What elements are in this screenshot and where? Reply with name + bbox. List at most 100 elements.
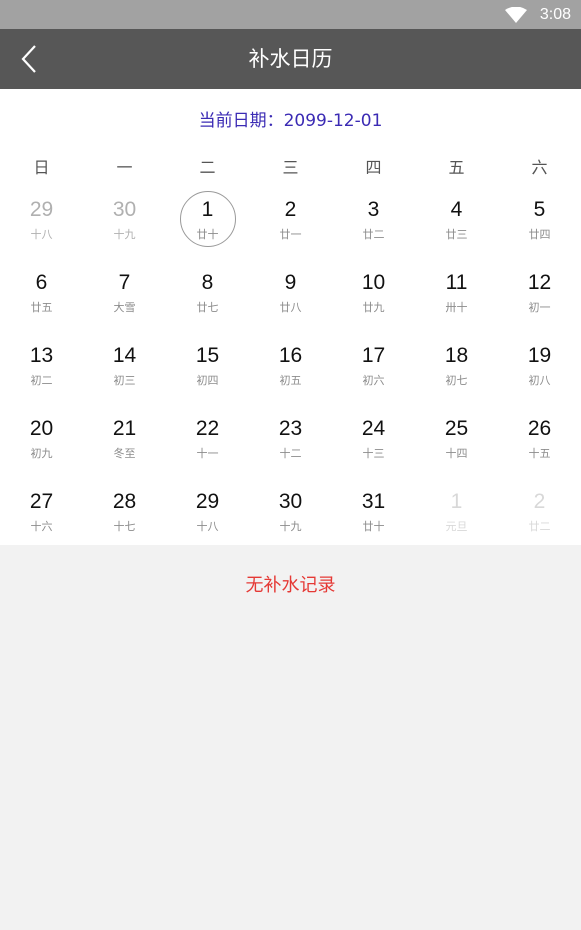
calendar-day[interactable]: 4 廿三 (415, 186, 498, 259)
calendar-day[interactable]: 22 十一 (166, 405, 249, 478)
lunar-date: 廿一 (279, 228, 302, 241)
day-number: 1 (201, 198, 214, 221)
day-number: 29 (195, 490, 220, 513)
lunar-date: 初一 (528, 301, 551, 314)
calendar-day[interactable]: 2 廿二 (498, 478, 581, 551)
lunar-date: 十二 (279, 447, 302, 460)
calendar-grid: 29 十八 30 十九 1 廿十 2 廿一 3 廿二 4 廿三 5 廿四 6 廿五 7 大雪 8 廿七 9 廿八 10 廿九 1… (0, 186, 581, 551)
calendar-day[interactable]: 25 十四 (415, 405, 498, 478)
day-number: 23 (278, 417, 303, 440)
page-title: 补水日历 (248, 47, 333, 71)
day-number: 14 (112, 344, 137, 367)
lunar-date: 元旦 (445, 520, 468, 533)
calendar-day[interactable]: 15 初四 (166, 332, 249, 405)
lunar-date: 廿三 (445, 228, 468, 241)
calendar-day[interactable]: 17 初六 (332, 332, 415, 405)
day-number: 7 (118, 271, 131, 294)
calendar-day[interactable]: 20 初九 (0, 405, 83, 478)
lunar-date: 廿二 (528, 520, 551, 533)
calendar-day[interactable]: 10 廿九 (332, 259, 415, 332)
lunar-date: 初八 (528, 374, 551, 387)
lunar-date: 十八 (196, 520, 219, 533)
calendar-day[interactable]: 21 冬至 (83, 405, 166, 478)
day-number: 28 (112, 490, 137, 513)
calendar-day[interactable]: 19 初八 (498, 332, 581, 405)
day-number: 4 (450, 198, 463, 221)
calendar-day[interactable]: 7 大雪 (83, 259, 166, 332)
lunar-date: 初三 (113, 374, 136, 387)
lunar-date: 初四 (196, 374, 219, 387)
calendar-day[interactable]: 6 廿五 (0, 259, 83, 332)
lunar-date: 初九 (30, 447, 53, 460)
lunar-date: 廿八 (279, 301, 302, 314)
calendar-day[interactable]: 26 十五 (498, 405, 581, 478)
lunar-date: 十八 (30, 228, 53, 241)
day-number: 30 (278, 490, 303, 513)
calendar-day[interactable]: 30 十九 (83, 186, 166, 259)
day-number: 20 (29, 417, 54, 440)
day-number: 13 (29, 344, 54, 367)
calendar-day[interactable]: 16 初五 (249, 332, 332, 405)
calendar-day[interactable]: 30 十九 (249, 478, 332, 551)
day-number: 31 (361, 490, 386, 513)
day-number: 29 (29, 198, 54, 221)
lunar-date: 廿十 (362, 520, 385, 533)
calendar-day[interactable]: 24 十三 (332, 405, 415, 478)
day-number: 17 (361, 344, 386, 367)
day-number: 12 (527, 271, 552, 294)
calendar-day[interactable]: 1 元旦 (415, 478, 498, 551)
day-number: 10 (361, 271, 386, 294)
week-row: 20 初九 21 冬至 22 十一 23 十二 24 十三 25 十四 26 十五 (0, 405, 581, 478)
day-number: 2 (533, 490, 546, 513)
lunar-date: 初五 (279, 374, 302, 387)
calendar-day[interactable]: 14 初三 (83, 332, 166, 405)
week-row: 13 初二 14 初三 15 初四 16 初五 17 初六 18 初七 19 初八 (0, 332, 581, 405)
calendar-day[interactable]: 5 廿四 (498, 186, 581, 259)
lunar-date: 廿七 (196, 301, 219, 314)
calendar-day[interactable]: 11 卅十 (415, 259, 498, 332)
lunar-date: 十六 (30, 520, 53, 533)
weekday-label: 六 (531, 158, 548, 177)
lunar-date: 大雪 (113, 301, 136, 314)
day-number: 21 (112, 417, 137, 440)
weekday-label: 日 (33, 158, 50, 177)
week-row: 6 廿五 7 大雪 8 廿七 9 廿八 10 廿九 11 卅十 12 初一 (0, 259, 581, 332)
day-number: 26 (527, 417, 552, 440)
lunar-date: 十三 (362, 447, 385, 460)
day-number: 8 (201, 271, 214, 294)
calendar-day[interactable]: 31 廿十 (332, 478, 415, 551)
calendar-day[interactable]: 9 廿八 (249, 259, 332, 332)
weekday-header: 日 一 二 三 四 五 六 (0, 154, 581, 178)
lunar-date: 卅十 (445, 301, 468, 314)
calendar-day[interactable]: 18 初七 (415, 332, 498, 405)
calendar-day[interactable]: 27 十六 (0, 478, 83, 551)
day-number: 1 (450, 490, 463, 513)
lunar-date: 廿五 (30, 301, 53, 314)
calendar-day[interactable]: 28 十七 (83, 478, 166, 551)
lunar-date: 冬至 (113, 447, 136, 460)
calendar-day-selected[interactable]: 1 廿十 (166, 186, 249, 259)
calendar-day[interactable]: 29 十八 (166, 478, 249, 551)
weekday-label: 四 (365, 158, 382, 177)
lunar-date: 初六 (362, 374, 385, 387)
day-number: 27 (29, 490, 54, 513)
calendar-day[interactable]: 8 廿七 (166, 259, 249, 332)
lunar-date: 十四 (445, 447, 468, 460)
calendar-day[interactable]: 2 廿一 (249, 186, 332, 259)
calendar-day[interactable]: 13 初二 (0, 332, 83, 405)
day-number: 19 (527, 344, 552, 367)
day-number: 9 (284, 271, 297, 294)
day-number: 15 (195, 344, 220, 367)
week-row: 27 十六 28 十七 29 十八 30 十九 31 廿十 1 元旦 2 廿二 (0, 478, 581, 551)
lunar-date: 廿九 (362, 301, 385, 314)
day-number: 22 (195, 417, 220, 440)
calendar-day[interactable]: 3 廿二 (332, 186, 415, 259)
day-number: 2 (284, 198, 297, 221)
lunar-date: 十五 (528, 447, 551, 460)
calendar-day[interactable]: 29 十八 (0, 186, 83, 259)
lunar-date: 十九 (113, 228, 136, 241)
weekday-label: 三 (282, 158, 299, 177)
calendar-day[interactable]: 12 初一 (498, 259, 581, 332)
calendar-day[interactable]: 23 十二 (249, 405, 332, 478)
day-number: 11 (445, 271, 468, 294)
